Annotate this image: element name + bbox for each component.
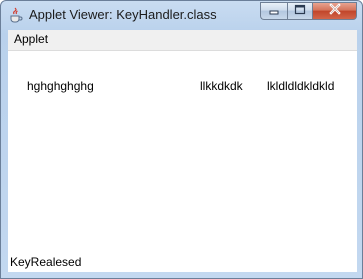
status-text: KeyRealesed: [10, 255, 82, 269]
maximize-button[interactable]: [287, 2, 313, 20]
menu-bar: Applet: [8, 30, 357, 51]
java-cup-icon[interactable]: [8, 7, 24, 23]
menu-applet[interactable]: Applet: [14, 32, 48, 46]
applet-text-3: lkldldldkldkld: [267, 79, 335, 93]
applet-text-2: llkkdkdk: [200, 79, 243, 93]
close-icon: [328, 2, 342, 20]
title-bar[interactable]: Applet Viewer: KeyHandler.class: [1, 1, 362, 30]
close-button[interactable]: [313, 2, 357, 20]
caption-buttons: [260, 2, 357, 21]
minimize-button[interactable]: [260, 2, 287, 20]
minimize-icon: [268, 2, 280, 20]
status-bar: KeyRealesed: [8, 253, 357, 272]
maximize-icon: [294, 2, 306, 20]
applet-viewer-window: Applet Viewer: KeyHandler.class Applet h…: [0, 0, 363, 279]
applet-panel[interactable]: hghghghghg llkkdkdk lkldldldkldkld: [8, 51, 357, 272]
applet-text-1: hghghghghg: [27, 79, 94, 93]
window-title: Applet Viewer: KeyHandler.class: [29, 7, 217, 22]
